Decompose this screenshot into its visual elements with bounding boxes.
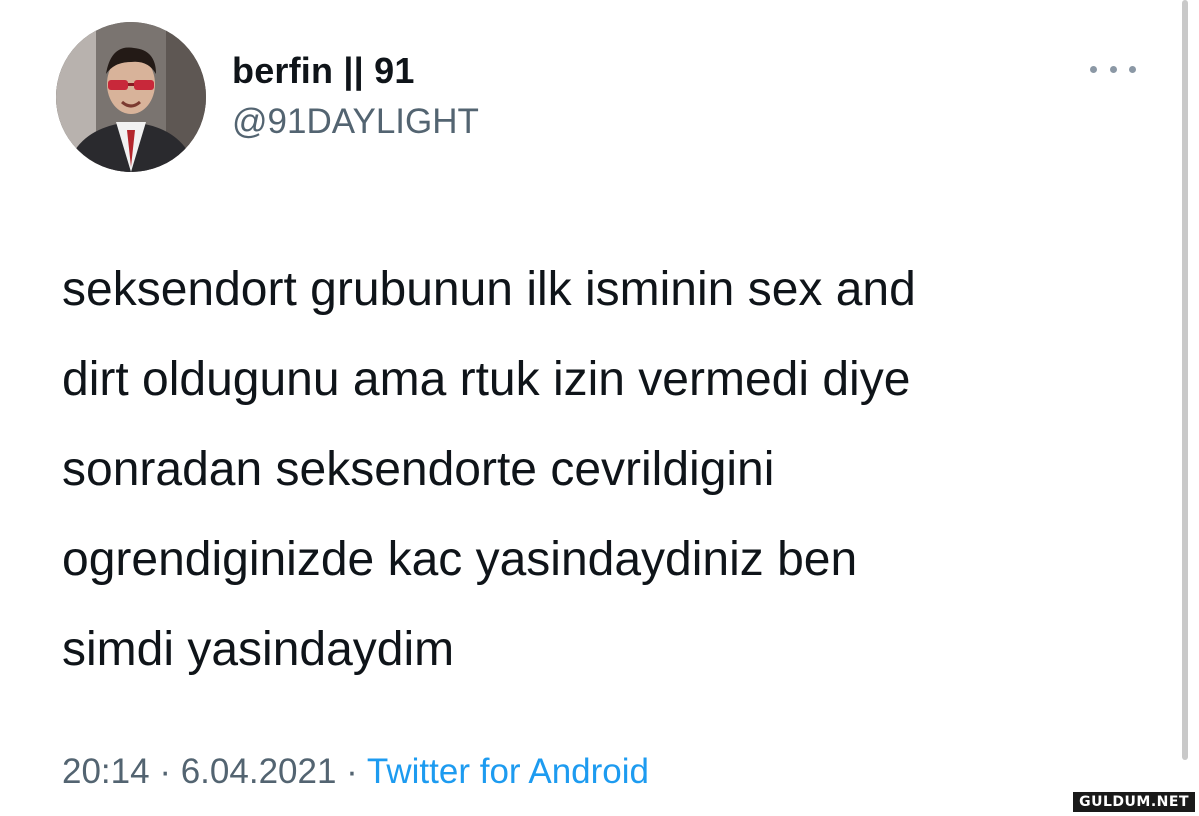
- more-horizontal-icon[interactable]: [1090, 62, 1136, 76]
- avatar[interactable]: [56, 22, 206, 172]
- meta-separator: ·: [346, 752, 358, 791]
- watermark-logo: GULDUM.NET: [1073, 792, 1195, 812]
- tweet-source-link[interactable]: Twitter for Android: [367, 752, 649, 791]
- user-handle[interactable]: @91DAYLIGHT: [232, 102, 479, 142]
- tweet-date[interactable]: 6.04.2021: [181, 752, 337, 791]
- more-dot: [1129, 65, 1136, 73]
- more-dot: [1090, 65, 1097, 73]
- meta-separator: ·: [159, 752, 171, 791]
- more-dot: [1109, 65, 1117, 73]
- avatar-image: [56, 22, 206, 172]
- tweet-meta: 20:14 · 6.04.2021 · Twitter for Android: [62, 752, 649, 792]
- display-name[interactable]: berfin || 91: [232, 50, 415, 92]
- scroll-indicator[interactable]: [1182, 0, 1188, 760]
- tweet-time[interactable]: 20:14: [62, 752, 150, 791]
- tweet-text: seksendort grubunun ilk isminin sex and …: [62, 263, 916, 676]
